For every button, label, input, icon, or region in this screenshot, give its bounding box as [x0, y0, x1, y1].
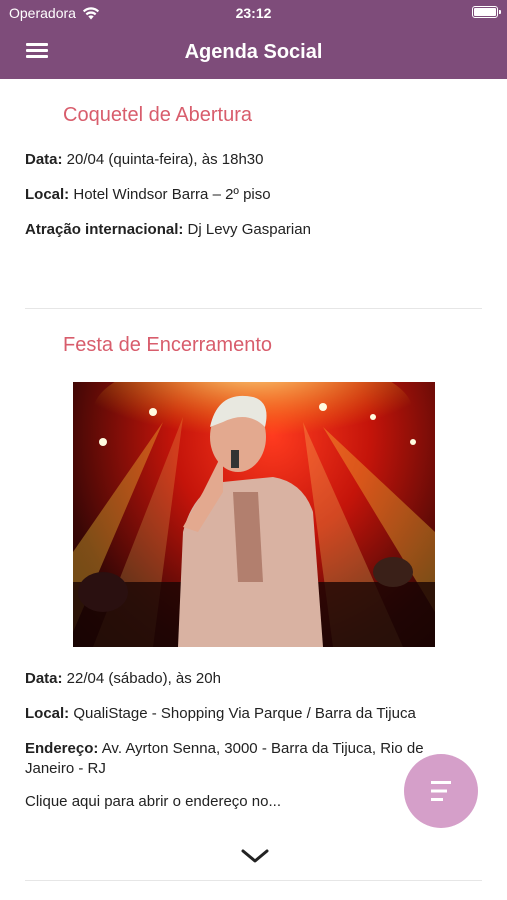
event-photo [73, 382, 435, 647]
field-value: 20/04 (quinta-feira), às 18h30 [62, 151, 264, 168]
event-title: Coquetel de Abertura [63, 104, 253, 126]
event-title: Festa de Encerramento [63, 334, 272, 356]
divider [25, 880, 482, 881]
field-label: Data: [25, 670, 63, 687]
divider [25, 308, 482, 309]
filter-fab-button[interactable] [404, 754, 478, 828]
app-header: Agenda Social [0, 26, 507, 79]
field-value: Hotel Windsor Barra – 2º piso [69, 186, 271, 203]
field-value: 22/04 (sábado), às 20h [62, 670, 221, 687]
event-location: Local: QualiStage - Shopping Via Parque … [25, 704, 416, 724]
status-bar: Operadora 23:12 [0, 0, 507, 26]
event-date: Data: 20/04 (quinta-feira), às 18h30 [25, 150, 263, 170]
battery-icon [472, 6, 501, 18]
concert-image [73, 382, 435, 647]
event-attraction: Atração internacional: Dj Levy Gasparian [25, 220, 311, 240]
open-address-link[interactable]: Clique aqui para abrir o endereço no... [25, 793, 281, 810]
field-value: Dj Levy Gasparian [183, 221, 311, 238]
field-label: Local: [25, 186, 70, 203]
clock: 23:12 [235, 5, 272, 21]
field-label: Endereço: [25, 740, 99, 757]
chevron-down-icon[interactable] [240, 846, 270, 866]
field-label: Local: [25, 705, 70, 722]
field-value: QualiStage - Shopping Via Parque / Barra… [69, 705, 416, 722]
field-label: Data: [25, 151, 63, 168]
event-location: Local: Hotel Windsor Barra – 2º piso [25, 185, 271, 205]
event-date: Data: 22/04 (sábado), às 20h [25, 669, 221, 689]
filter-list-icon [431, 781, 451, 801]
page-title: Agenda Social [184, 41, 323, 63]
field-label: Atração internacional: [25, 221, 184, 238]
